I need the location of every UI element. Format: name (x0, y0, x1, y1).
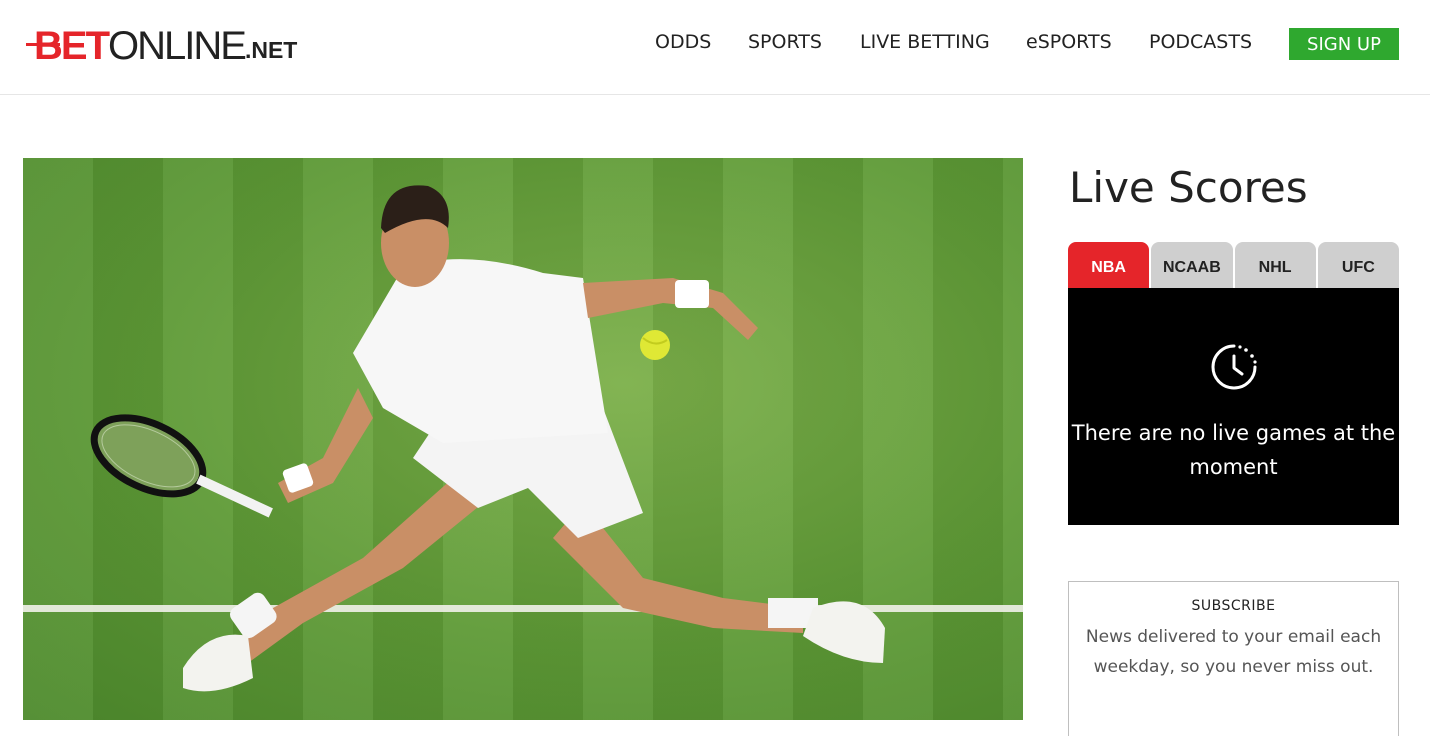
nav-sports[interactable]: SPORTS (748, 31, 822, 57)
tab-ufc[interactable]: UFC (1317, 242, 1399, 288)
betonline-logo[interactable]: BET ONLINE .NET (26, 26, 297, 66)
sign-up-button[interactable]: SIGN UP (1289, 28, 1399, 60)
nav-odds[interactable]: ODDS (655, 31, 711, 57)
tennis-player-illustration (23, 185, 1023, 692)
logo-net-text: .NET (244, 37, 298, 63)
clock-icon (1211, 344, 1257, 390)
subscribe-description: News delivered to your email each weekda… (1085, 627, 1382, 677)
subscribe-title: SUBSCRIBE (1191, 598, 1276, 614)
no-live-games-message: There are no live games at the moment (1071, 421, 1396, 479)
live-scores-title: Live Scores (1069, 163, 1308, 212)
nav-live-betting[interactable]: LIVE BETTING (860, 31, 990, 57)
tab-nba[interactable]: NBA (1068, 242, 1150, 288)
hero-image[interactable] (23, 158, 1023, 720)
logo-online-text: ONLINE (108, 24, 247, 68)
nav-esports[interactable]: eSPORTS (1026, 31, 1112, 57)
league-tabs: NBA NCAAB NHL UFC (1068, 242, 1399, 288)
site-header: BET ONLINE .NET ODDS SPORTS LIVE BETTING… (0, 0, 1430, 95)
tab-ncaab[interactable]: NCAAB (1151, 242, 1233, 288)
live-scores-panel: There are no live games at the moment (1068, 288, 1399, 525)
logo-bet-text: BET (34, 24, 110, 68)
subscribe-box: SUBSCRIBE News delivered to your email e… (1068, 581, 1399, 736)
tab-nhl[interactable]: NHL (1234, 242, 1316, 288)
nav-podcasts[interactable]: PODCASTS (1149, 31, 1252, 57)
